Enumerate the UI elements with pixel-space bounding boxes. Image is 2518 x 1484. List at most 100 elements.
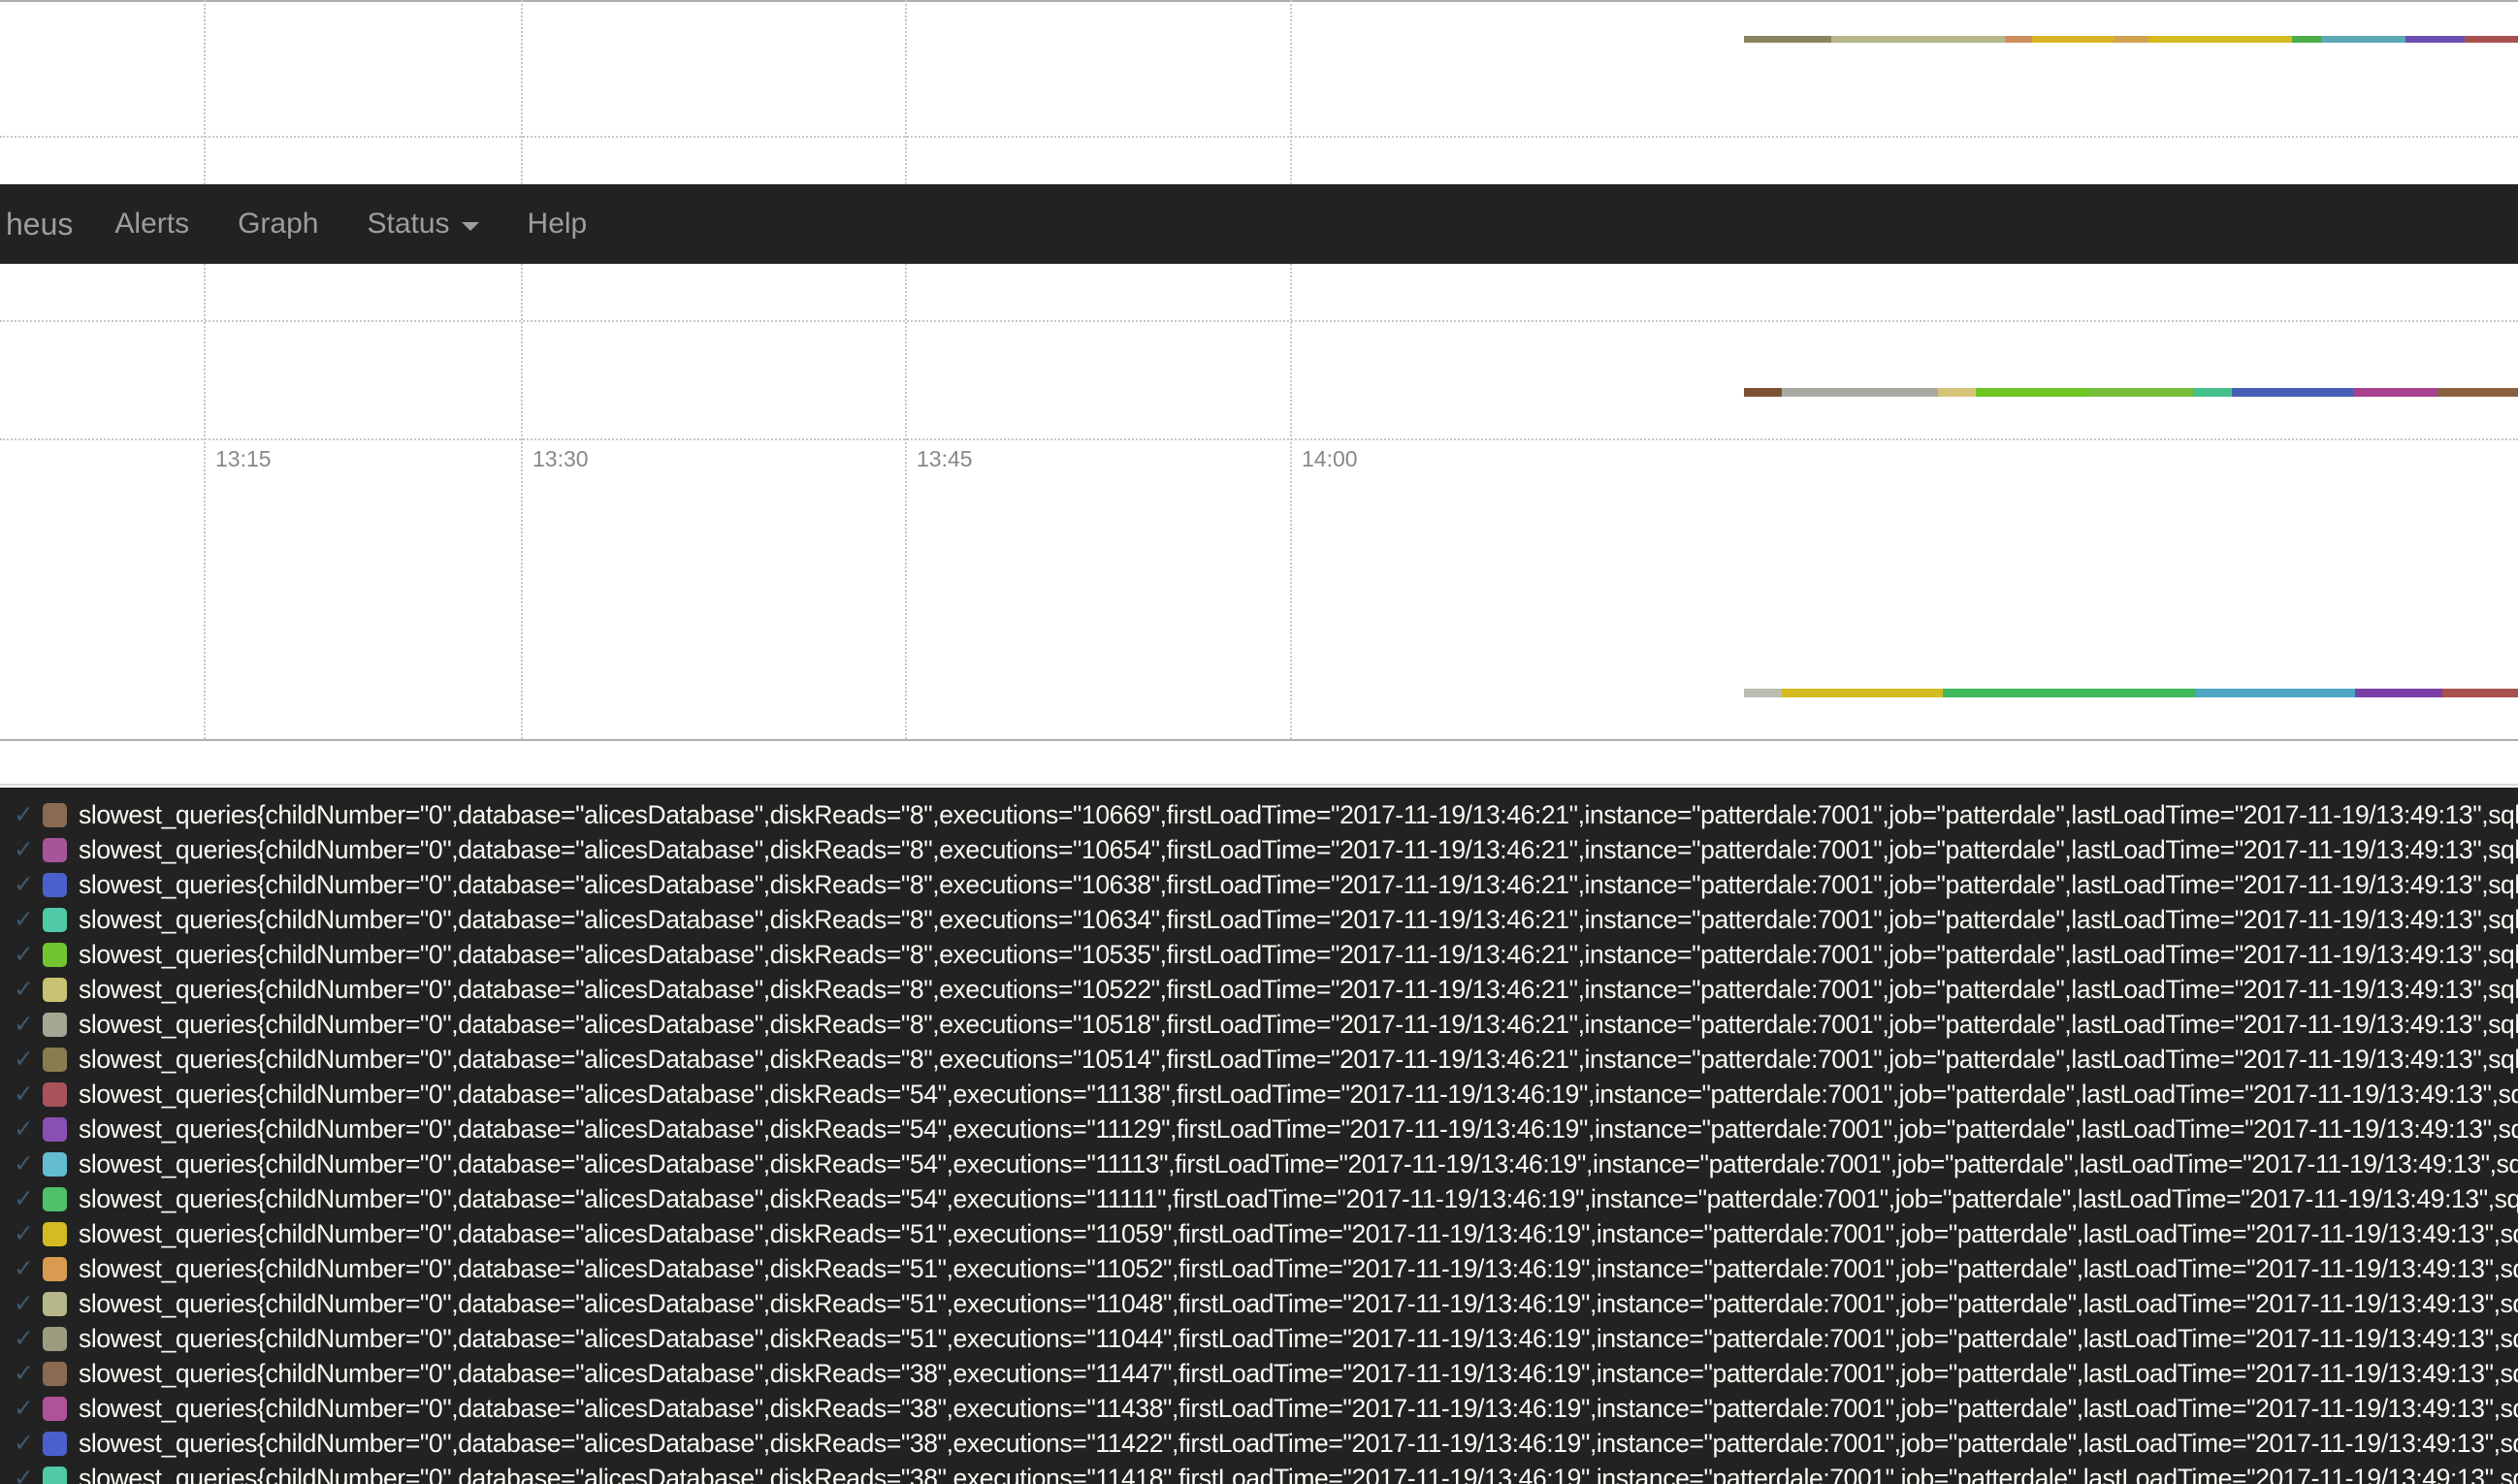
series-segment: [1976, 388, 2090, 397]
legend-item[interactable]: ✓ slowest_queries{childNumber="0",databas…: [0, 1426, 2518, 1461]
series-segment: [2005, 36, 2032, 43]
legend-item[interactable]: ✓ slowest_queries{childNumber="0",databas…: [0, 1286, 2518, 1321]
series-segment: [2321, 36, 2406, 43]
legend-series-label: slowest_queries{childNumber="0",database…: [79, 799, 2518, 829]
legend-item[interactable]: ✓ slowest_queries{childNumber="0",databas…: [0, 1042, 2518, 1077]
series-segment: [1830, 36, 2006, 43]
check-icon[interactable]: ✓: [14, 1047, 39, 1072]
check-icon[interactable]: ✓: [14, 1256, 39, 1281]
nav-item-label: Status: [367, 208, 450, 240]
graph-panel-main: 13:15 13:30 13:45 14:00: [0, 264, 2518, 788]
legend-series-label: slowest_queries{childNumber="0",database…: [79, 1218, 2518, 1248]
check-icon[interactable]: ✓: [14, 1221, 39, 1246]
legend-item[interactable]: ✓ slowest_queries{childNumber="0",databas…: [0, 902, 2518, 937]
x-axis-tick-label: 13:15: [215, 446, 272, 471]
legend-color-swatch: [43, 1221, 67, 1246]
legend-item[interactable]: ✓ slowest_queries{childNumber="0",databas…: [0, 1391, 2518, 1426]
gridline-vertical: [521, 0, 523, 184]
brand-logo[interactable]: heus: [0, 207, 90, 242]
check-icon[interactable]: ✓: [14, 1151, 39, 1177]
legend-item[interactable]: ✓ slowest_queries{childNumber="0",databas…: [0, 832, 2518, 867]
series-segment: [2147, 36, 2292, 43]
panel-bottom-rule: [0, 784, 2518, 786]
legend-color-swatch: [43, 942, 67, 967]
series-segment: [2192, 388, 2233, 397]
navbar: heus Alerts Graph Status Help: [0, 184, 2518, 264]
check-icon[interactable]: ✓: [14, 1361, 39, 1386]
legend-series-label: slowest_queries{childNumber="0",database…: [79, 1009, 2518, 1039]
gridline-vertical: [521, 264, 523, 739]
check-icon[interactable]: ✓: [14, 1466, 39, 1484]
x-axis-rule: [0, 739, 2518, 741]
legend-color-swatch: [43, 1361, 67, 1386]
check-icon[interactable]: ✓: [14, 1326, 39, 1351]
legend-item[interactable]: ✓ slowest_queries{childNumber="0",databas…: [0, 867, 2518, 902]
legend-series-label: slowest_queries{childNumber="0",database…: [79, 834, 2518, 864]
check-icon[interactable]: ✓: [14, 802, 39, 827]
nav-item-status[interactable]: Status: [342, 184, 502, 264]
chevron-down-icon: [461, 221, 479, 231]
series-segment: [2441, 689, 2518, 697]
legend-item[interactable]: ✓ slowest_queries{childNumber="0",databas…: [0, 1251, 2518, 1286]
check-icon[interactable]: ✓: [14, 907, 39, 932]
legend-color-swatch: [43, 837, 67, 862]
series-segment: [1744, 689, 1783, 697]
series-segment: [1744, 388, 1782, 397]
series-line-cluster: [1744, 36, 2518, 43]
gridline-vertical: [905, 264, 907, 739]
legend-item[interactable]: ✓ slowest_queries{childNumber="0",databas…: [0, 1146, 2518, 1181]
nav-item-label: Help: [527, 208, 588, 240]
legend-color-swatch: [43, 1151, 67, 1177]
legend-color-swatch: [43, 802, 67, 827]
legend-series-label: slowest_queries{childNumber="0",database…: [79, 939, 2518, 969]
check-icon[interactable]: ✓: [14, 1291, 39, 1316]
legend-item[interactable]: ✓ slowest_queries{childNumber="0",databas…: [0, 937, 2518, 972]
series-segment: [2089, 388, 2193, 397]
series-segment: [2232, 388, 2354, 397]
x-axis-tick-label: 13:30: [533, 446, 589, 471]
legend-color-swatch: [43, 1012, 67, 1037]
legend-item[interactable]: ✓ slowest_queries{childNumber="0",databas…: [0, 1181, 2518, 1216]
check-icon[interactable]: ✓: [14, 977, 39, 1002]
legend-item[interactable]: ✓ slowest_queries{childNumber="0",databas…: [0, 1321, 2518, 1356]
legend-item[interactable]: ✓ slowest_queries{childNumber="0",databas…: [0, 797, 2518, 832]
nav-item-help[interactable]: Help: [503, 184, 612, 264]
series-segment: [2464, 36, 2518, 43]
legend-item[interactable]: ✓ slowest_queries{childNumber="0",databas…: [0, 972, 2518, 1007]
legend-item[interactable]: ✓ slowest_queries{childNumber="0",databas…: [0, 1356, 2518, 1391]
check-icon[interactable]: ✓: [14, 1012, 39, 1037]
check-icon[interactable]: ✓: [14, 942, 39, 967]
check-icon[interactable]: ✓: [14, 1396, 39, 1421]
series-segment: [1782, 689, 1944, 697]
series-segment: [2114, 36, 2148, 43]
check-icon[interactable]: ✓: [14, 1081, 39, 1107]
legend-item[interactable]: ✓ slowest_queries{childNumber="0",databas…: [0, 1216, 2518, 1251]
check-icon[interactable]: ✓: [14, 872, 39, 897]
series-segment: [2353, 388, 2438, 397]
gridline-horizontal: [0, 320, 2518, 322]
legend-series-label: slowest_queries{childNumber="0",database…: [79, 1113, 2518, 1144]
series-segment: [1943, 689, 2196, 697]
legend-color-swatch: [43, 1431, 67, 1456]
legend-item[interactable]: ✓ slowest_queries{childNumber="0",databas…: [0, 1077, 2518, 1112]
check-icon[interactable]: ✓: [14, 1431, 39, 1456]
series-segment: [1744, 36, 1831, 43]
legend-series-label: slowest_queries{childNumber="0",database…: [79, 904, 2518, 934]
check-icon[interactable]: ✓: [14, 1116, 39, 1142]
series-line-cluster: [1744, 388, 2518, 397]
gridline-vertical: [905, 0, 907, 184]
legend-item[interactable]: ✓ slowest_queries{childNumber="0",databas…: [0, 1112, 2518, 1146]
gridline-horizontal: [0, 438, 2518, 440]
check-icon[interactable]: ✓: [14, 1186, 39, 1211]
series-segment: [2031, 36, 2114, 43]
legend-series-label: slowest_queries{childNumber="0",database…: [79, 1428, 2518, 1458]
legend-item[interactable]: ✓ slowest_queries{childNumber="0",databas…: [0, 1007, 2518, 1042]
check-icon[interactable]: ✓: [14, 837, 39, 862]
series-segment: [1781, 388, 1939, 397]
legend-series-label: slowest_queries{childNumber="0",database…: [79, 1148, 2518, 1178]
nav-item-graph[interactable]: Graph: [213, 184, 342, 264]
legend-item[interactable]: ✓ slowest_queries{childNumber="0",databas…: [0, 1461, 2518, 1484]
legend-color-swatch: [43, 1186, 67, 1211]
nav-item-alerts[interactable]: Alerts: [90, 184, 213, 264]
legend-color-swatch: [43, 1256, 67, 1281]
